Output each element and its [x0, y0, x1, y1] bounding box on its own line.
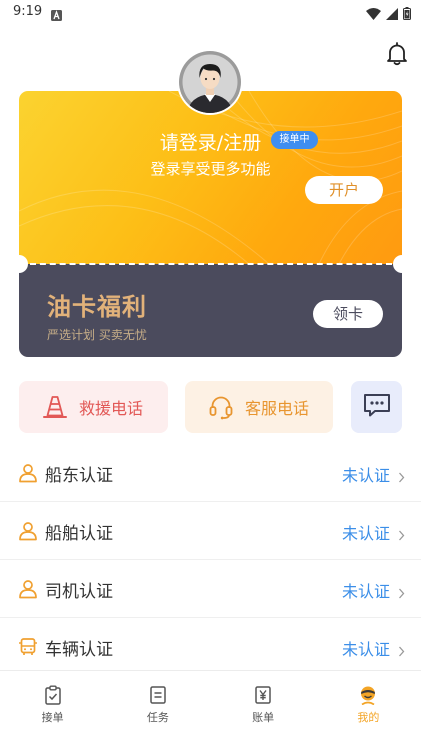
headset-icon	[207, 393, 235, 421]
ticket-notch-right	[393, 255, 411, 273]
customer-service-button[interactable]: 客服电话	[185, 381, 333, 433]
person-icon	[18, 579, 38, 599]
status-badge: 接单中	[271, 131, 318, 149]
user-profile-icon	[358, 685, 378, 706]
person-icon	[18, 521, 38, 541]
chevron-right-icon	[398, 584, 405, 599]
list-item[interactable]: 司机认证 未认证	[0, 560, 421, 618]
list-item[interactable]: 船东认证 未认证	[0, 444, 421, 502]
ticket-notch-left	[10, 255, 28, 273]
status-icons	[366, 5, 411, 24]
fuel-card-title: 油卡福利	[47, 293, 147, 321]
bell-icon[interactable]	[386, 42, 408, 66]
open-account-button[interactable]: 开户	[305, 176, 383, 204]
fuel-card: 油卡福利 严选计划 买卖无忧 领卡	[19, 264, 402, 357]
list-item[interactable]: 车辆认证 未认证	[0, 618, 421, 670]
customer-service-label: 客服电话	[245, 399, 310, 418]
bus-icon	[18, 637, 38, 657]
rescue-call-label: 救援电话	[79, 399, 144, 418]
cert-status: 未认证	[341, 640, 390, 659]
battery-icon	[403, 5, 411, 24]
cert-label: 船东认证	[45, 466, 113, 486]
rescue-call-button[interactable]: 救援电话	[19, 381, 168, 433]
login-card: 请登录/注册 接单中 登录享受更多功能 开户	[19, 91, 402, 264]
nav-item-orders[interactable]: 接单	[0, 671, 105, 748]
nav-item-tasks[interactable]: 任务	[105, 671, 210, 748]
cert-status: 未认证	[341, 524, 390, 543]
person-icon	[18, 463, 38, 483]
wifi-icon	[366, 5, 381, 24]
cert-label: 车辆认证	[45, 640, 113, 660]
certification-list: 船东认证 未认证 船舶认证 未认证 司机认证 未认证 车辆认证 未认证	[0, 444, 421, 670]
cert-label: 司机认证	[45, 582, 113, 602]
chevron-right-icon	[398, 526, 405, 541]
claim-card-button[interactable]: 领卡	[313, 300, 383, 328]
notification-a-icon	[51, 6, 62, 21]
list-item[interactable]: 船舶认证 未认证	[0, 502, 421, 560]
nav-label: 接单	[41, 711, 64, 724]
yen-bill-icon	[253, 685, 273, 705]
login-title[interactable]: 请登录/注册	[19, 128, 402, 155]
bottom-nav: 接单 任务 账单 我的	[0, 670, 421, 748]
avatar[interactable]	[179, 51, 241, 113]
cert-label: 船舶认证	[45, 524, 113, 544]
cert-status: 未认证	[341, 466, 390, 485]
nav-item-bills[interactable]: 账单	[211, 671, 316, 748]
chat-button[interactable]	[351, 381, 402, 433]
nav-label: 账单	[252, 711, 275, 724]
chat-bubble-icon	[362, 391, 392, 423]
traffic-cone-icon	[41, 393, 69, 421]
nav-label: 任务	[146, 711, 169, 724]
ticket-divider	[30, 263, 392, 265]
document-list-icon	[148, 685, 168, 705]
chevron-right-icon	[398, 642, 405, 657]
chevron-right-icon	[398, 468, 405, 483]
status-time: 9:19	[13, 4, 43, 19]
nav-label: 我的	[357, 711, 380, 724]
fuel-card-subtitle: 严选计划 买卖无忧	[47, 328, 147, 342]
signal-icon	[386, 5, 398, 24]
clipboard-check-icon	[43, 685, 63, 705]
cert-status: 未认证	[341, 582, 390, 601]
nav-item-mine[interactable]: 我的	[316, 671, 421, 748]
